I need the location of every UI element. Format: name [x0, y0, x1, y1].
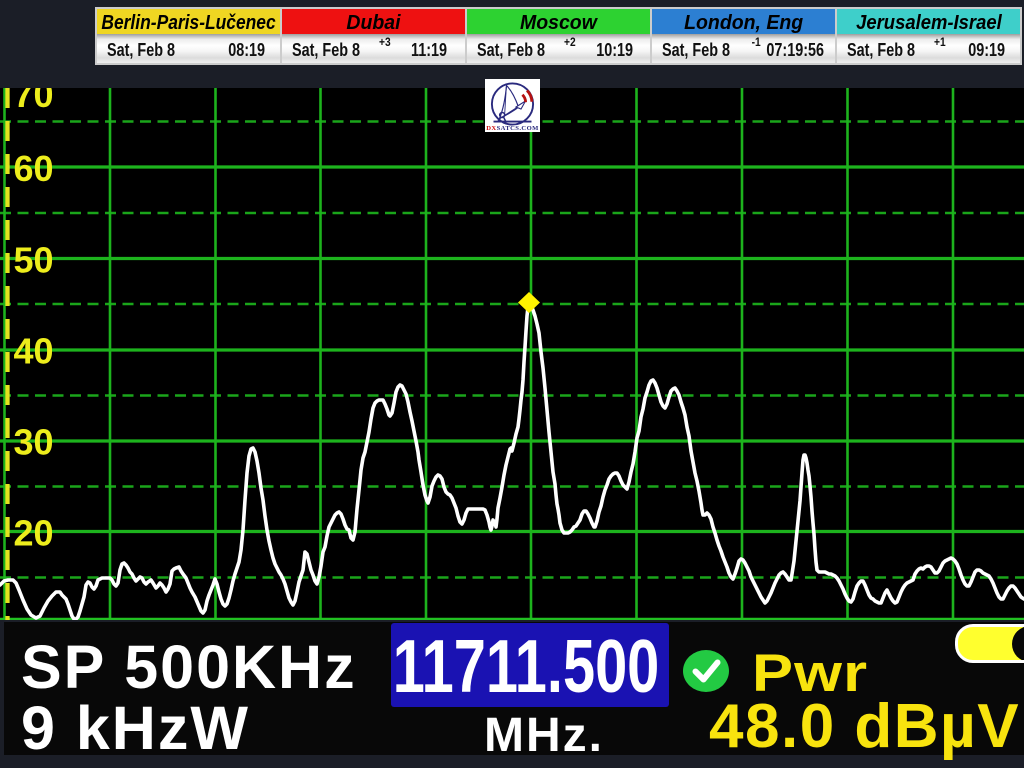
- svg-text:40: 40: [14, 331, 54, 372]
- svg-text:30: 30: [14, 422, 54, 463]
- svg-text:60: 60: [14, 148, 54, 189]
- svg-text:50: 50: [14, 240, 54, 281]
- svg-text:70: 70: [14, 88, 54, 115]
- svg-text:20: 20: [14, 513, 54, 554]
- svg-text:DXSATCS.COM: DXSATCS.COM: [486, 125, 539, 132]
